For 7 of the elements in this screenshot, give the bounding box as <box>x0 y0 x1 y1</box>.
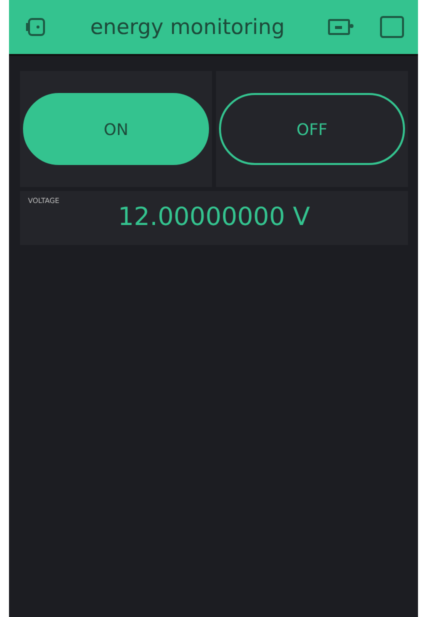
project-title: energy monitoring <box>89 15 286 39</box>
toggle-button[interactable]: ON <box>23 93 209 165</box>
square-icon[interactable] <box>380 16 404 38</box>
battery-icon[interactable] <box>328 18 354 36</box>
toggle-button[interactable]: OFF <box>219 93 405 165</box>
device-icon[interactable] <box>25 16 47 38</box>
voltage-value: 12.00000000 V <box>116 203 312 231</box>
